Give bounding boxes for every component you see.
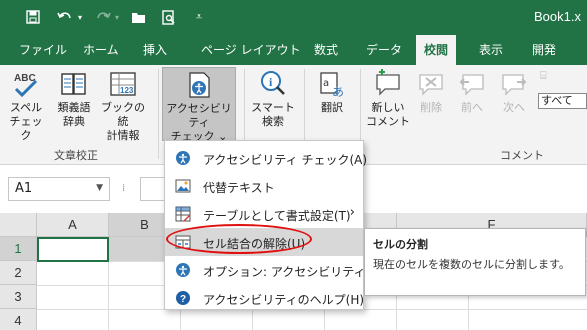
svg-text:a: a <box>323 78 329 89</box>
tab-review[interactable]: 校閲 <box>416 35 457 65</box>
spelling-icon: ABC <box>14 73 38 98</box>
chevron-down-icon[interactable]: ▼ <box>96 183 103 193</box>
active-cell-a1[interactable] <box>37 237 109 262</box>
translate-button[interactable]: aあ 翻訳 <box>310 69 354 115</box>
svg-text:あ: あ <box>332 85 344 99</box>
tab-developer[interactable]: 開発 <box>532 35 556 65</box>
delete-comment-icon <box>419 74 443 96</box>
name-box-value: A1 <box>15 181 33 196</box>
delete-label: 削除 <box>420 101 442 114</box>
new-comment-button[interactable]: 新しい コメント <box>364 69 412 129</box>
smart-lookup-label-1: スマート <box>251 101 295 114</box>
chevron-right-icon: › <box>349 205 355 220</box>
new-comment-label-1: 新しい <box>371 101 405 114</box>
row-header-2[interactable]: 2 <box>0 261 37 285</box>
redo-dropdown-icon: ▾ <box>114 12 119 22</box>
previous-comment-button: 前へ <box>452 69 492 115</box>
help-icon: ? <box>176 291 190 305</box>
accessibility-options-icon <box>176 263 190 277</box>
menu-item-label: オプション: アクセシビリティ(E) <box>203 265 383 279</box>
previous-comment-icon <box>459 74 484 96</box>
menu-item-accessibility-help[interactable]: ? アクセシビリティのヘルプ(H) <box>165 284 365 312</box>
workbook-stats-label-2: 計情報 <box>106 129 140 142</box>
table-format-icon <box>175 206 191 222</box>
tab-page-layout[interactable]: ページ レイアウト <box>201 35 301 65</box>
new-comment-label-2: コメント <box>366 115 410 128</box>
title-bar: ▾ ▾ ⩡ Book1.x <box>0 0 587 35</box>
svg-text:123: 123 <box>120 86 134 95</box>
alt-text-icon <box>175 179 191 193</box>
workbook-statistics-icon: 123 <box>110 72 136 96</box>
smart-lookup-label-2: 検索 <box>262 115 284 128</box>
menu-item-label: アクセシビリティのヘルプ(H) <box>203 293 365 307</box>
window-title: Book1.x <box>534 9 581 24</box>
next-label: 次へ <box>503 101 525 114</box>
tab-data[interactable]: データ <box>366 35 402 65</box>
thesaurus-label-2: 辞典 <box>63 115 85 128</box>
column-header-a[interactable]: A <box>37 213 109 237</box>
tab-insert[interactable]: 挿入 <box>143 35 167 65</box>
menu-item-label: テーブルとして書式設定(T) <box>203 209 351 223</box>
undo-icon[interactable] <box>54 6 76 28</box>
ribbon-tabs: ファイル ホーム 挿入 ページ レイアウト 数式 データ 校閲 表示 開発 <box>0 35 587 65</box>
print-preview-icon[interactable] <box>158 6 180 28</box>
next-comment-button: 次へ <box>494 69 534 115</box>
name-box-splitter[interactable]: ⁞ <box>122 179 126 199</box>
menu-item-accessibility-options[interactable]: オプション: アクセシビリティ(E) <box>165 256 382 284</box>
new-comment-icon <box>376 69 400 96</box>
select-all-corner[interactable] <box>0 213 37 237</box>
menu-item-alt-text[interactable]: 代替テキスト <box>165 172 363 200</box>
tab-view[interactable]: 表示 <box>479 35 503 65</box>
row-header-4[interactable]: 4 <box>0 309 37 330</box>
workbook-stats-label-1: ブックの統 <box>101 101 145 128</box>
delete-comment-button: 削除 <box>414 69 448 115</box>
spelling-label-1: スペル <box>9 101 43 114</box>
save-icon[interactable] <box>22 6 44 28</box>
name-box[interactable]: A1 ▼ <box>8 177 110 201</box>
show-comment-icon: ⌸ <box>540 69 547 82</box>
svg-text:?: ? <box>180 294 186 305</box>
tooltip-body: 現在のセルを複数のセルに分割します。 <box>373 258 570 271</box>
lightbulb-icon: i <box>261 71 285 95</box>
group-separator <box>158 69 159 159</box>
smart-lookup-button[interactable]: i スマート 検索 <box>250 69 296 129</box>
svg-text:ABC: ABC <box>14 73 36 84</box>
customize-qat-icon[interactable]: ⩡ <box>192 6 206 28</box>
redo-icon <box>92 6 114 28</box>
translate-label-1: 翻訳 <box>321 101 343 114</box>
workbook-stats-button[interactable]: 123 ブックの統 計情報 <box>98 69 148 143</box>
menu-item-format-as-table[interactable]: テーブルとして書式設定(T) › <box>165 200 363 228</box>
row-header-3[interactable]: 3 <box>0 285 37 309</box>
show-all-comments-button[interactable]: すべて <box>538 93 587 109</box>
undo-dropdown-icon[interactable]: ▾ <box>75 6 85 28</box>
accessibility-check-button[interactable]: アクセシビリティ チェック ⌄ <box>162 67 236 143</box>
menu-item-label: アクセシビリティ チェック(A) <box>203 153 368 167</box>
spelling-label-2: チェック <box>9 115 43 142</box>
row-header-1[interactable]: 1 <box>0 237 37 261</box>
accessibility-icon <box>176 151 190 165</box>
menu-item-check-accessibility[interactable]: アクセシビリティ チェック(A) <box>165 144 367 172</box>
group-label-comments: コメント <box>500 149 544 162</box>
accessibility-icon <box>189 72 210 98</box>
tab-home[interactable]: ホーム <box>83 35 119 65</box>
show-all-comments-label: すべて <box>541 94 573 107</box>
menu-item-label: 代替テキスト <box>203 181 275 195</box>
next-comment-icon <box>502 74 527 96</box>
tooltip-title: セルの分割 <box>373 238 428 251</box>
translate-icon: aあ <box>320 72 344 99</box>
book-icon <box>61 73 86 95</box>
spelling-button[interactable]: ABC スペル チェック <box>6 69 46 143</box>
accessibility-label-1: アクセシビリティ <box>166 102 232 129</box>
show-comment-button: ⌸ <box>540 69 587 83</box>
group-label-proofing: 文章校正 <box>54 149 98 162</box>
thesaurus-label-1: 類義語 <box>57 101 91 114</box>
open-folder-icon[interactable] <box>128 6 150 28</box>
thesaurus-button[interactable]: 類義語 辞典 <box>52 69 96 129</box>
highlight-ellipse <box>166 224 312 254</box>
tab-file[interactable]: ファイル <box>19 35 67 65</box>
previous-label: 前へ <box>461 101 483 114</box>
cell-b1-selected[interactable] <box>109 237 169 261</box>
tab-formulas[interactable]: 数式 <box>314 35 338 65</box>
tooltip: セルの分割 現在のセルを複数のセルに分割します。 <box>364 228 586 296</box>
